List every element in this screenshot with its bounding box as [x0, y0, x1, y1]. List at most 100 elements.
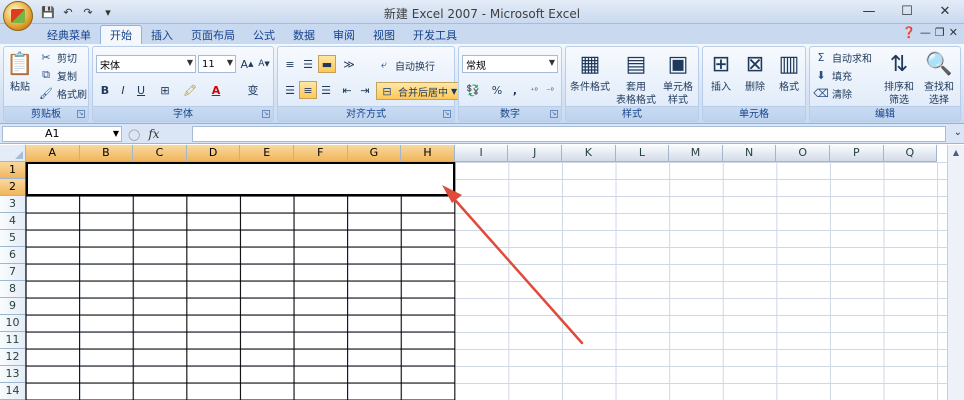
- worksheet-grid: ABCDEFGHIJKLMNOPQ 1 2 3 4 5 6 7 8 9 10 11 12 13 14 ▲: [0, 145, 964, 400]
- conditional-format-button[interactable]: ▦ 条件格式: [568, 49, 612, 94]
- formula-buttons: ◯ fx: [128, 126, 190, 142]
- font-color-button[interactable]: A: [207, 81, 225, 99]
- ribbon-minimize-icon[interactable]: —: [920, 26, 931, 39]
- align-bottom-icon[interactable]: ☰: [299, 55, 317, 73]
- group-clipboard: 📋 粘贴 ✂ 剪切 ⧉ 复制 🖌 格式刷 剪贴板 ↘: [3, 46, 89, 122]
- group-number: 常规 ▼ 💱 % , ⁺⁰ ⁻⁰ 数字 ↘: [458, 46, 562, 122]
- formula-bar: A1 ▼ ◯ fx ⌄: [0, 124, 964, 144]
- expand-formula-icon[interactable]: ⌄: [954, 127, 962, 138]
- shrink-font-icon[interactable]: A ▼: [255, 55, 273, 73]
- border-icon[interactable]: ⊞: [156, 81, 174, 99]
- delete-cells-button[interactable]: ⊠ 删除: [739, 49, 771, 94]
- group-label-editing: 编辑: [810, 106, 960, 121]
- cut-button[interactable]: ✂ 剪切: [38, 48, 77, 66]
- align-center-icon[interactable]: ≡: [299, 81, 317, 99]
- phonetic-button[interactable]: 变: [241, 81, 265, 99]
- cell-styles-button[interactable]: ▣ 单元格 样式: [658, 49, 698, 107]
- grow-font-icon[interactable]: A ▲: [238, 55, 256, 73]
- wrap-text-icon: ⤶: [380, 58, 388, 71]
- sort-icon: ⇅: [889, 51, 909, 77]
- dialog-launcher-icon[interactable]: ↘: [443, 110, 451, 118]
- tab-data[interactable]: 数据: [284, 25, 324, 44]
- orientation-icon[interactable]: ≫: [338, 55, 360, 73]
- group-label-cells: 单元格: [703, 106, 805, 121]
- group-alignment: ≡ ▬ ☰ ≫ ⤶ 自动换行 ☰ ≡ ☰ ⇤ ⇥ ⊟ 合并后居中 ▼ 对齐方式 ↘: [277, 46, 461, 122]
- group-font: 宋体 ▼ 11 ▼ A ▲ A ▼ B I U ⊞ 🖍 A 变 字体 ↘: [92, 46, 274, 122]
- dialog-launcher-icon[interactable]: ↘: [262, 110, 270, 118]
- copy-button[interactable]: ⧉ 复制: [38, 66, 77, 84]
- window-title: 新建 Excel 2007 - Microsoft Excel: [383, 7, 581, 21]
- font-name-select[interactable]: 宋体 ▼: [96, 55, 196, 73]
- group-label-styles: 样式: [566, 106, 698, 121]
- merge-center-button[interactable]: ⊟ 合并后居中 ▼: [376, 82, 461, 100]
- font-size-select[interactable]: 11 ▼: [198, 55, 236, 73]
- maximize-icon[interactable]: ☐: [888, 0, 926, 22]
- cell-styles-icon: ▣: [667, 51, 689, 77]
- ribbon-close-icon[interactable]: ✕: [949, 26, 958, 39]
- title-bar: 💾 ↶ ↷ ▾ 新建 Excel 2007 - Microsoft Excel …: [0, 0, 964, 31]
- circle-icon: ◯: [128, 127, 141, 141]
- formula-input[interactable]: [192, 126, 946, 142]
- underline-button[interactable]: U: [132, 81, 150, 99]
- wrap-text-button[interactable]: ⤶ 自动换行: [376, 56, 435, 74]
- insert-cells-button[interactable]: ⊞ 插入: [705, 49, 737, 94]
- group-label-clipboard: 剪贴板: [4, 106, 88, 121]
- bold-button[interactable]: B: [96, 81, 114, 99]
- paste-button[interactable]: 📋 粘贴: [6, 49, 34, 94]
- increase-indent-icon[interactable]: ⇥: [356, 81, 374, 99]
- group-label-font: 字体: [93, 106, 273, 121]
- tab-page-layout[interactable]: 页面布局: [182, 25, 244, 44]
- clear-button[interactable]: ⌫ 清除: [813, 84, 852, 102]
- group-styles: ▦ 条件格式 ▤ 套用 表格格式 ▣ 单元格 样式 样式: [565, 46, 699, 122]
- tab-view[interactable]: 视图: [364, 25, 404, 44]
- tab-formulas[interactable]: 公式: [244, 25, 284, 44]
- align-top-icon[interactable]: ≡: [281, 55, 299, 73]
- chevron-down-icon: ▼: [226, 58, 233, 67]
- align-middle-icon[interactable]: ▬: [318, 55, 336, 73]
- scroll-up-icon[interactable]: ▲: [948, 145, 964, 161]
- format-painter-button[interactable]: 🖌 格式刷: [38, 84, 87, 102]
- decrease-indent-icon[interactable]: ⇤: [338, 81, 356, 99]
- delete-cells-icon: ⊠: [745, 51, 765, 77]
- format-as-table-button[interactable]: ▤ 套用 表格格式: [614, 49, 658, 107]
- tab-home[interactable]: 开始: [100, 25, 142, 44]
- dialog-launcher-icon[interactable]: ↘: [77, 110, 85, 118]
- align-right-icon[interactable]: ☰: [317, 81, 335, 99]
- fill-color-icon[interactable]: 🖍: [181, 81, 199, 99]
- dialog-launcher-icon[interactable]: ↘: [550, 110, 558, 118]
- italic-button[interactable]: I: [114, 81, 132, 99]
- tab-review[interactable]: 审阅: [324, 25, 364, 44]
- sort-filter-button[interactable]: ⇅ 排序和 筛选: [880, 49, 918, 107]
- office-button[interactable]: [3, 1, 33, 31]
- name-box[interactable]: A1 ▼: [2, 126, 122, 142]
- group-label-alignment: 对齐方式: [278, 106, 454, 121]
- format-cells-button[interactable]: ▥ 格式: [773, 49, 805, 94]
- brush-icon: 🖌: [39, 86, 53, 100]
- percent-button[interactable]: %: [488, 81, 506, 99]
- find-select-button[interactable]: 🔍 查找和 选择: [920, 49, 958, 107]
- tab-classic-menu[interactable]: 经典菜单: [38, 25, 100, 44]
- autosum-button[interactable]: Σ 自动求和: [813, 48, 872, 66]
- align-left-icon[interactable]: ☰: [281, 81, 299, 99]
- ribbon-restore-icon[interactable]: ❐: [935, 26, 945, 39]
- fill-button[interactable]: ⬇ 填充: [813, 66, 852, 84]
- currency-icon[interactable]: 💱: [462, 81, 484, 99]
- help-icon[interactable]: ❓: [902, 26, 916, 39]
- scissors-icon: ✂: [41, 50, 51, 64]
- comma-button[interactable]: ,: [506, 81, 524, 99]
- format-cells-icon: ▥: [778, 51, 800, 77]
- tab-insert[interactable]: 插入: [142, 25, 182, 44]
- ribbon-tabs: 经典菜单 开始 插入 页面布局 公式 数据 审阅 视图 开发工具 ❓ — ❐ ✕: [0, 24, 964, 44]
- vertical-scrollbar[interactable]: ▲: [947, 145, 964, 400]
- chevron-down-icon: ▼: [186, 58, 193, 67]
- close-icon[interactable]: ✕: [926, 0, 964, 22]
- fx-button[interactable]: fx: [148, 127, 159, 141]
- copy-icon: ⧉: [42, 68, 50, 81]
- fill-down-icon: ⬇: [816, 68, 826, 82]
- number-format-select[interactable]: 常规 ▼: [462, 55, 558, 73]
- chevron-down-icon: ▼: [548, 58, 555, 67]
- tab-developer[interactable]: 开发工具: [404, 25, 466, 44]
- minimize-icon[interactable]: —: [850, 0, 888, 22]
- insert-cells-icon: ⊞: [711, 51, 731, 77]
- decrease-decimal-icon[interactable]: ⁻⁰: [541, 81, 559, 99]
